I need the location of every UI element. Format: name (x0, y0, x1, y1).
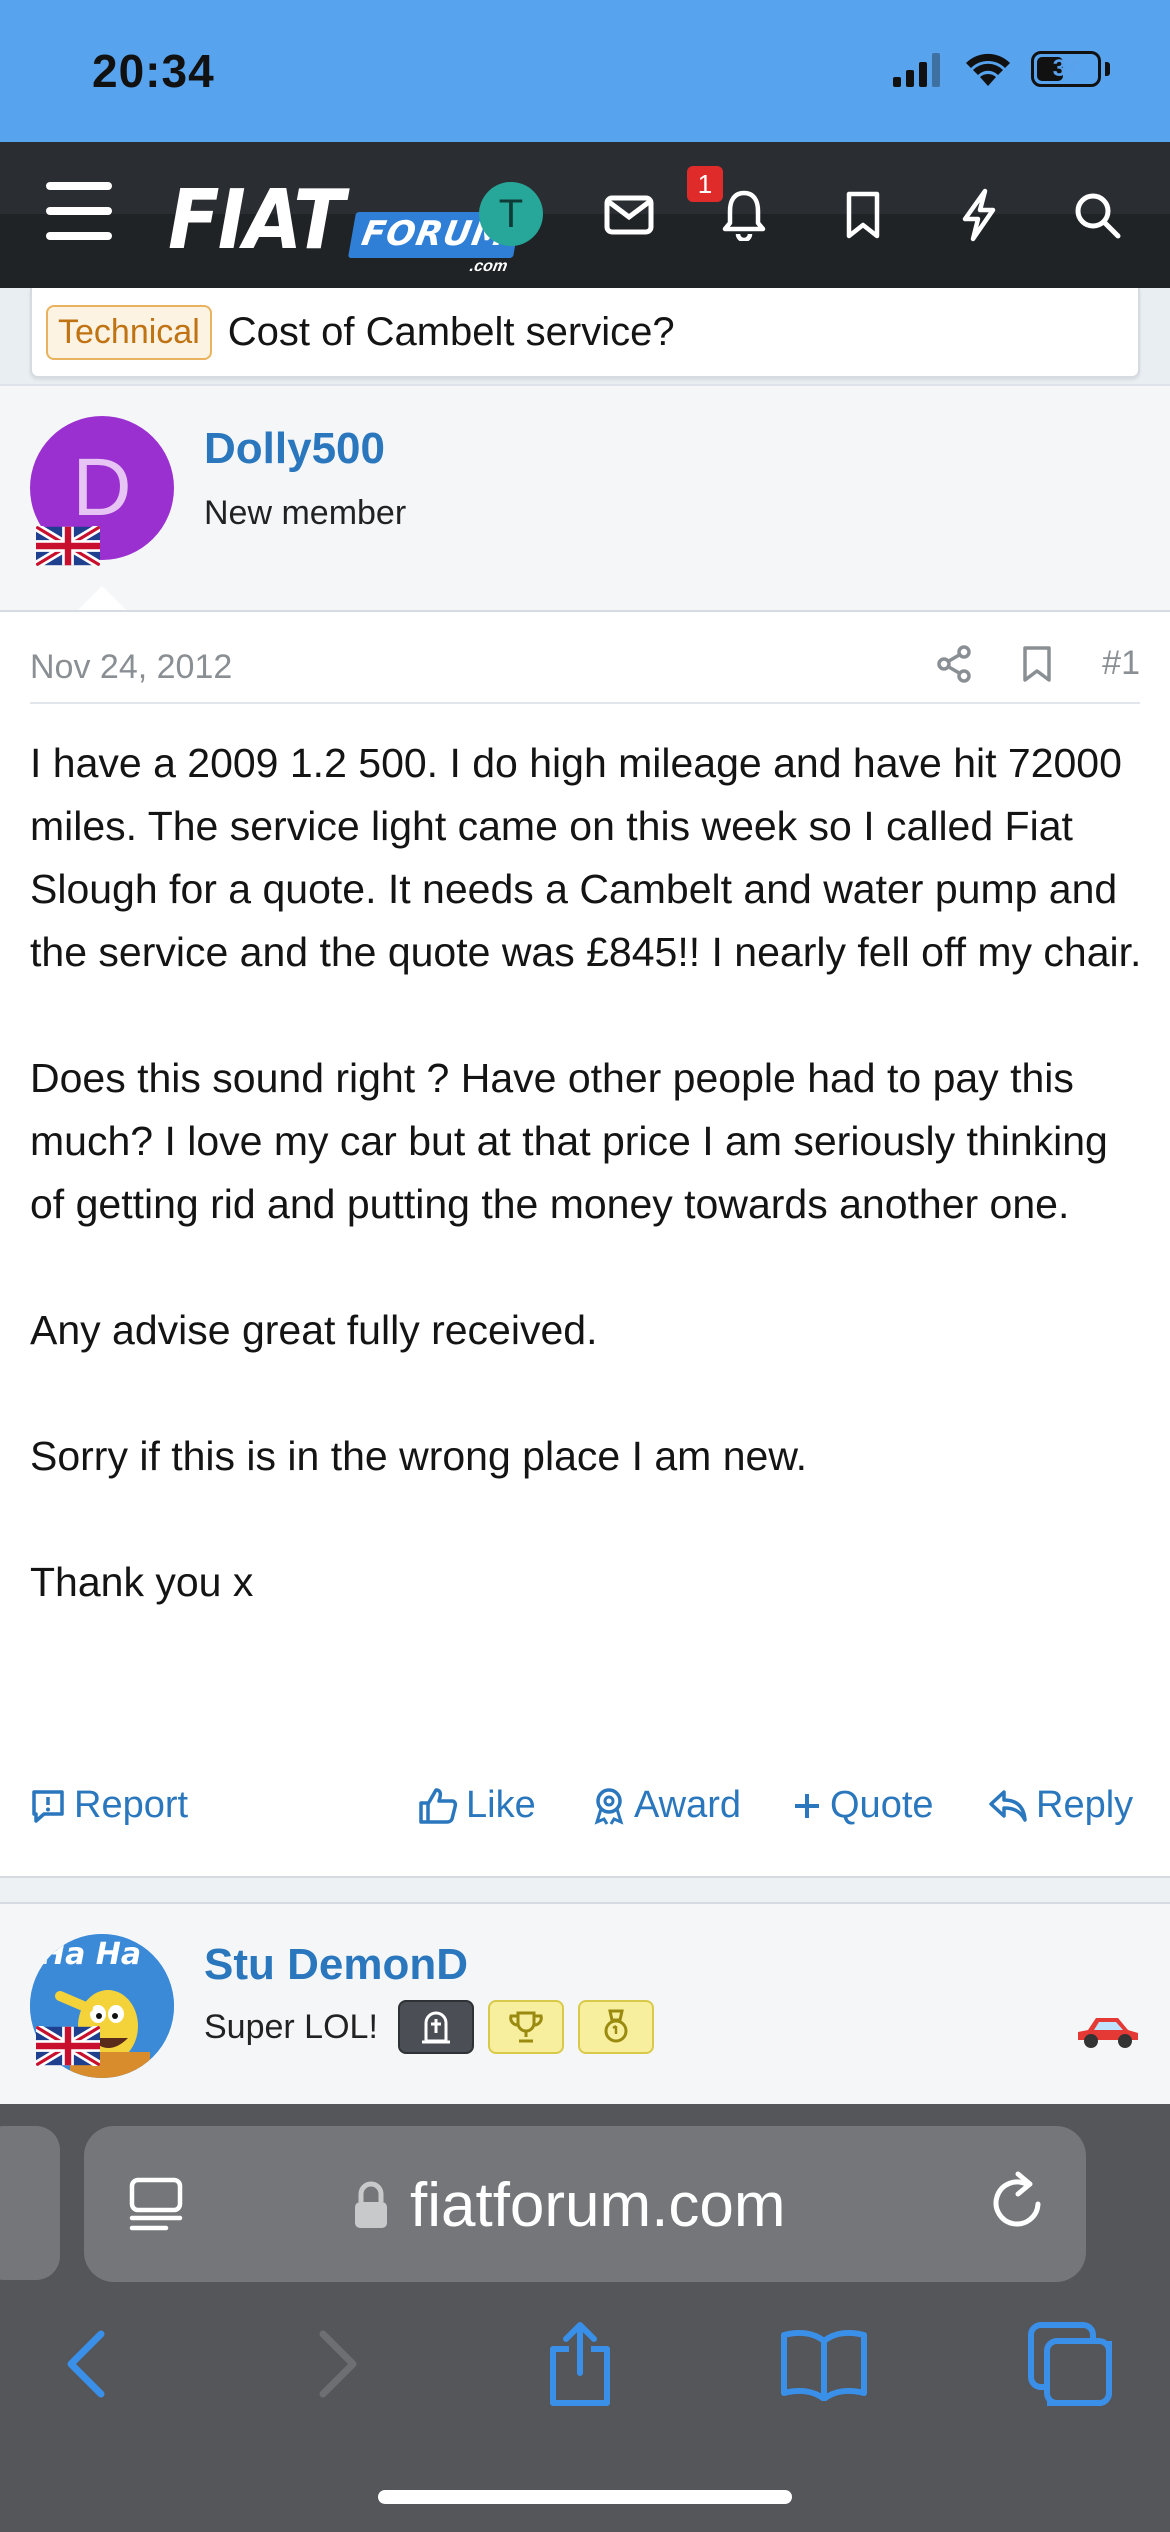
quote-button[interactable]: Quote (792, 1784, 934, 1827)
post-user-block: Ha Ha Stu DemonD Super LOL! (0, 1904, 1170, 2104)
cellular-signal-icon (893, 53, 940, 87)
post-paragraph: Any advise great fully received. (30, 1307, 598, 1353)
post-body: I have a 2009 1.2 500. I do high mileage… (30, 732, 1150, 1677)
reply-label: Reply (1036, 1784, 1134, 1826)
tabs-icon[interactable] (1020, 2314, 1120, 2414)
post-paragraph: Sorry if this is in the wrong place I am… (30, 1433, 808, 1479)
quote-label: Quote (830, 1784, 934, 1826)
award-icon (594, 1787, 624, 1825)
share-icon[interactable] (530, 2314, 630, 2414)
lock-icon (355, 2181, 387, 2228)
poster-username[interactable]: Stu DemonD (204, 1940, 468, 1990)
reply-button[interactable]: Reply (988, 1784, 1133, 1827)
thread-title: Cost of Cambelt service? (227, 309, 675, 354)
uk-flag-icon (36, 526, 100, 566)
notification-badge: 1 (687, 166, 723, 202)
status-bar: 20:34 37 (0, 0, 1170, 142)
car-icon (1078, 2018, 1138, 2048)
poster-username[interactable]: Dolly500 (204, 424, 385, 474)
post-paragraph: Does this sound right ? Have other peopl… (30, 1055, 1108, 1227)
previous-tab-preview[interactable] (0, 2126, 60, 2280)
site-logo[interactable]: FIAT FORUM .com (168, 172, 521, 275)
status-time: 20:34 (92, 45, 215, 97)
bell-icon[interactable]: 1 (687, 166, 773, 244)
address-bar[interactable]: fiatforum.com (84, 2126, 1086, 2282)
thread-prefix-badge[interactable]: Technical (46, 304, 212, 360)
reply-icon (989, 1789, 1027, 1822)
status-icons: 37 (893, 50, 1110, 88)
avatar-caption: Ha Ha (40, 1937, 141, 1972)
tombstone-badge-icon[interactable] (398, 2000, 474, 2054)
post-paragraph: I have a 2009 1.2 500. I do high mileage… (30, 740, 1142, 975)
logo-fiat: FIAT (168, 173, 345, 268)
forward-icon[interactable] (288, 2314, 388, 2414)
report-label: Report (74, 1784, 189, 1826)
bookmark-icon[interactable] (1022, 645, 1052, 683)
menu-icon[interactable] (46, 182, 112, 240)
poster-title: Super LOL! (204, 2008, 378, 2046)
thread-title-card: Technical Cost of Cambelt service? (30, 288, 1140, 378)
post-paragraph: Thank you x (30, 1559, 254, 1605)
post-meta: Nov 24, 2012 #1 (30, 644, 1140, 704)
post-date[interactable]: Nov 24, 2012 (30, 648, 232, 687)
user-avatar[interactable]: T (479, 182, 543, 246)
reload-icon[interactable] (988, 2170, 1048, 2234)
like-label: Like (466, 1784, 536, 1826)
battery-level: 37 (1052, 55, 1080, 82)
medal-badge-icon[interactable] (578, 2000, 654, 2054)
search-icon[interactable] (1068, 186, 1126, 244)
like-button[interactable]: Like (418, 1784, 536, 1827)
plus-icon (795, 1793, 819, 1818)
divider (0, 610, 1170, 612)
uk-flag-icon (36, 2026, 100, 2066)
whats-new-icon[interactable] (950, 186, 1008, 244)
post-separator (0, 1876, 1170, 1904)
post-number[interactable]: #1 (1102, 644, 1140, 683)
post-footer-actions: Report Like Award Quote Reply (30, 1780, 1140, 1840)
wifi-icon (966, 53, 1010, 86)
award-label: Award (634, 1784, 742, 1826)
trophy-badge-icon[interactable] (488, 2000, 564, 2054)
reader-mode-icon[interactable] (128, 2176, 184, 2234)
report-icon (32, 1789, 64, 1823)
thread-title-bar: Technical Cost of Cambelt service? (0, 288, 1170, 384)
post-user-block: D Dolly500 New member (0, 384, 1170, 612)
back-icon[interactable] (36, 2314, 136, 2414)
inbox-icon[interactable] (600, 186, 658, 244)
url-text: fiatforum.com (410, 2171, 786, 2240)
message-arrow (76, 586, 128, 612)
forum-nav-bar: FIAT FORUM .com T 1 (0, 142, 1170, 288)
battery-icon: 37 (1031, 51, 1101, 87)
home-indicator[interactable] (378, 2490, 792, 2504)
report-button[interactable]: Report (30, 1784, 188, 1827)
bookmarks-book-icon[interactable] (774, 2314, 874, 2414)
share-icon[interactable] (936, 644, 972, 683)
bookmarks-icon[interactable] (834, 186, 892, 244)
browser-bottom-bar: fiatforum.com (0, 2104, 1170, 2532)
poster-title: New member (204, 494, 407, 532)
thumbs-up-icon (419, 1787, 458, 1824)
logo-domain: .com (468, 258, 509, 275)
post-top-actions: #1 (936, 644, 1140, 683)
award-button[interactable]: Award (592, 1784, 741, 1827)
